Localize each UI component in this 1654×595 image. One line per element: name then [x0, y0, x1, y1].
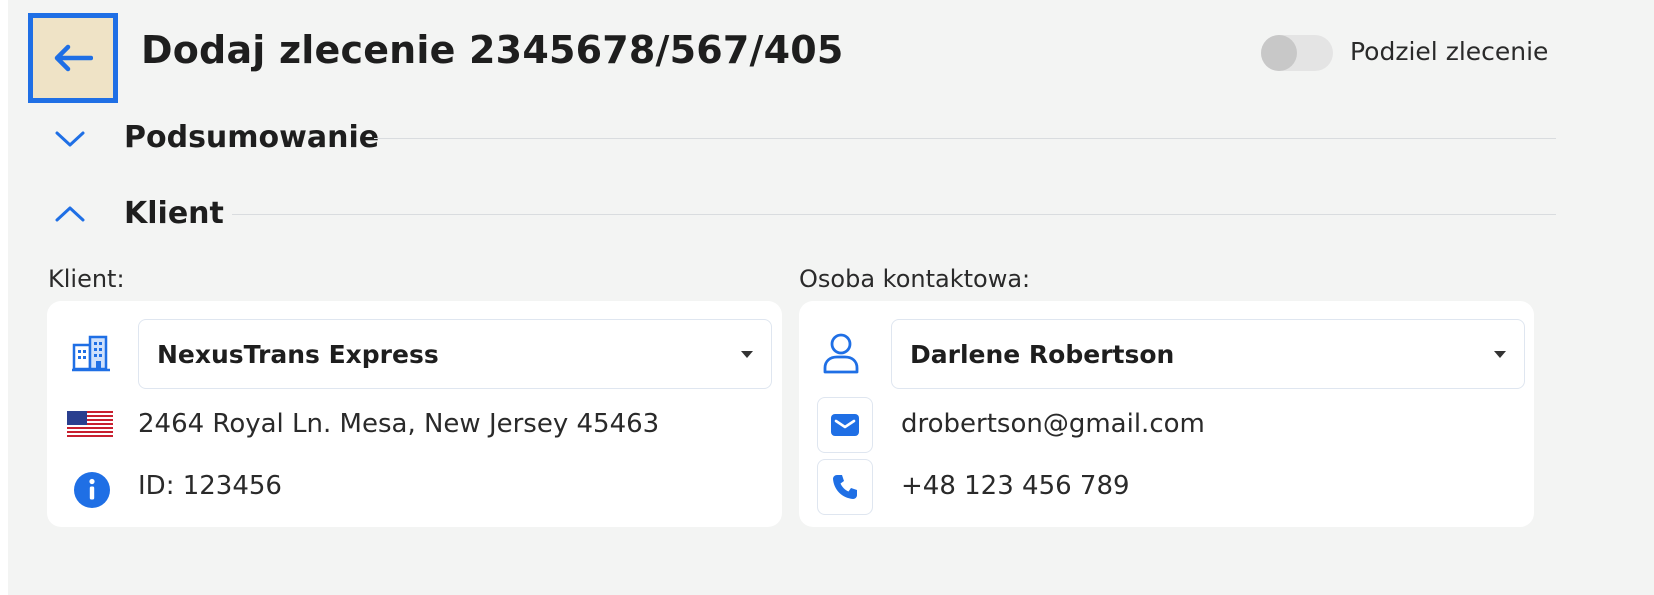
person-icon: [823, 333, 859, 374]
client-id: ID: 123456: [138, 471, 282, 501]
info-icon: [74, 472, 110, 508]
page-title: Dodaj zlecenie 2345678/567/405: [141, 28, 844, 72]
client-label: Klient:: [48, 265, 125, 293]
chevron-up-icon: [55, 206, 85, 222]
contact-card: Darlene Robertson drobertson@gmail.com +…: [799, 301, 1534, 527]
phone-icon: [833, 475, 857, 499]
caret-down-icon: [1494, 351, 1506, 358]
divider: [232, 214, 1556, 215]
section-client-title: Klient: [124, 196, 224, 231]
toggle-knob: [1261, 35, 1297, 71]
us-flag-icon: [67, 411, 113, 437]
contact-person-select-value: Darlene Robertson: [910, 340, 1175, 369]
page: Dodaj zlecenie 2345678/567/405 Podziel z…: [8, 0, 1654, 595]
client-select[interactable]: NexusTrans Express: [138, 319, 772, 389]
client-select-value: NexusTrans Express: [157, 340, 439, 369]
client-card: NexusTrans Express 2464 Royal Ln. Mesa, …: [47, 301, 782, 527]
back-button[interactable]: [28, 13, 118, 103]
contact-person-label: Osoba kontaktowa:: [799, 265, 1031, 293]
section-summary-title: Podsumowanie: [124, 120, 380, 155]
email-icon-button[interactable]: [817, 397, 873, 453]
contact-email[interactable]: drobertson@gmail.com: [901, 409, 1205, 439]
divider: [374, 138, 1556, 139]
envelope-icon: [831, 414, 859, 436]
section-summary-header[interactable]: Podsumowanie: [8, 116, 1654, 160]
arrow-left-icon: [54, 44, 93, 72]
caret-down-icon: [741, 351, 753, 358]
split-order-label: Podziel zlecenie: [1350, 37, 1549, 66]
section-client-header[interactable]: Klient: [8, 192, 1654, 236]
phone-icon-button[interactable]: [817, 459, 873, 515]
contact-phone[interactable]: +48 123 456 789: [901, 471, 1130, 501]
building-icon: [72, 335, 110, 372]
split-order-toggle[interactable]: [1261, 35, 1333, 71]
client-address: 2464 Royal Ln. Mesa, New Jersey 45463: [138, 409, 660, 439]
chevron-down-icon: [55, 131, 85, 147]
contact-person-select[interactable]: Darlene Robertson: [891, 319, 1525, 389]
